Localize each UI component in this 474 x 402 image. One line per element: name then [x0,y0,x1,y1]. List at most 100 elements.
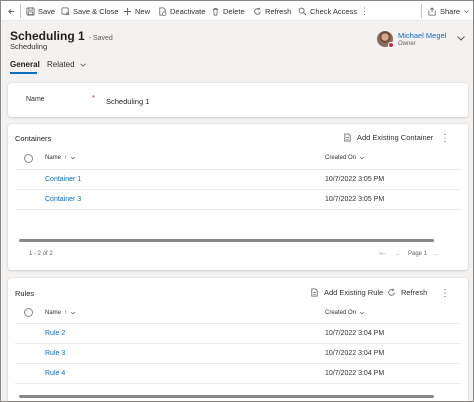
add-existing-container-label: Add Existing Container [357,133,434,142]
required-indicator: * [92,95,95,102]
deactivate-icon [159,6,167,16]
toolbar-divider [421,4,422,18]
delete-button[interactable]: Delete [211,1,245,21]
deactivate-button[interactable]: Deactivate [158,1,205,21]
rule-row-link[interactable]: Rule 2 [45,330,65,337]
delete-icon [212,7,219,16]
owner-name[interactable]: Michael Megel [398,31,446,40]
page-number: Page 1 [408,251,428,257]
containers-title: Containers [15,134,52,143]
chevron-down-icon [464,9,469,13]
sort-arrow-icon: ↑ [64,310,68,316]
general-section [8,83,468,117]
save-label: Save [38,6,56,16]
refresh-rules-button[interactable]: Refresh [387,288,427,297]
previous-page-icon[interactable]: ← [394,249,402,258]
back-button[interactable] [7,1,16,21]
toolbar-divider [20,4,21,18]
chevron-down-icon [359,311,365,315]
add-existing-rule-button[interactable]: Add Existing Rule [310,288,383,297]
container-row-link[interactable]: Container 1 [45,176,81,183]
delete-label: Delete [223,6,245,16]
refresh-rules-label: Refresh [401,288,428,297]
app-frame: Save Save & Close New Deactivate Delete … [0,0,474,402]
rule-row-link[interactable]: Rule 4 [45,370,65,377]
add-existing-rule-label: Add Existing Rule [324,288,384,297]
horizontal-scrollbar[interactable] [19,395,434,398]
rule-row-created: 10/7/2022 3:04 PM [325,330,385,337]
entity-name: Scheduling [10,42,48,51]
chevron-down-icon[interactable] [455,32,467,44]
horizontal-scrollbar[interactable] [19,239,434,242]
divider [15,169,461,170]
column-name-label: Name [45,155,62,161]
deactivate-label: Deactivate [170,6,206,16]
save-close-label: Save & Close [73,6,119,16]
container-row-link[interactable]: Container 3 [45,196,81,203]
rules-title: Rules [15,289,35,298]
more-icon[interactable]: ⋮ [440,289,450,299]
save-close-button[interactable]: Save & Close [61,1,118,21]
refresh-icon [388,288,395,296]
name-field[interactable]: Scheduling 1 [106,97,149,106]
active-tab-indicator [10,72,37,74]
column-header-name[interactable]: Name ↑ [45,310,76,316]
sort-arrow-icon: ↑ [64,155,68,161]
check-access-button[interactable]: Check Access [298,1,357,21]
more-commands-button[interactable]: ⋮ [360,1,369,21]
check-access-label: Check Access [310,6,358,16]
check-access-icon [298,7,307,15]
new-label: New [135,6,151,16]
presence-indicator [388,42,394,48]
chevron-down-icon [70,311,76,315]
save-icon [26,6,35,16]
save-close-icon [61,6,70,15]
plus-icon [123,7,132,15]
save-status: - Saved [88,35,113,42]
add-existing-container-button[interactable]: Add Existing Container [343,133,433,142]
select-all-checkbox[interactable] [24,308,33,317]
tab-general[interactable]: General [10,60,40,69]
add-existing-icon [311,288,318,297]
column-name-label: Name [45,310,62,316]
container-row-created: 10/7/2022 3:05 PM [325,196,385,203]
chevron-down-icon [79,63,86,67]
more-icon: ⋮ [360,5,369,16]
column-created-label: Created On [325,155,357,161]
container-row-created: 10/7/2022 3:05 PM [325,176,385,183]
divider [15,383,461,384]
refresh-button[interactable]: Refresh [253,1,291,21]
first-page-icon[interactable]: ⇤ [379,249,386,258]
divider [15,343,461,344]
back-arrow-icon [8,8,15,14]
more-icon[interactable]: ⋮ [440,134,450,144]
rule-row-created: 10/7/2022 3:04 PM [325,370,385,377]
column-header-created-on[interactable]: Created On [325,310,365,316]
column-header-name[interactable]: Name ↑ [45,155,76,161]
select-all-checkbox[interactable] [24,154,33,163]
column-created-label: Created On [325,310,357,316]
share-button[interactable]: Share [428,1,470,21]
divider [15,189,461,190]
record-title: Scheduling 1 - Saved [10,29,113,43]
refresh-label: Refresh [265,6,292,16]
rule-row-link[interactable]: Rule 3 [45,350,65,357]
record-count: 1 - 2 of 2 [29,251,53,257]
owner-role: Owner [398,41,416,47]
add-existing-icon [344,133,351,142]
new-button[interactable]: New [123,1,150,21]
tab-related[interactable]: Related [47,60,87,69]
save-button[interactable]: Save [26,1,55,21]
chevron-down-icon [70,156,76,160]
divider [15,323,461,324]
tab-related-label: Related [47,60,75,69]
next-page-icon[interactable]: → [431,249,439,258]
chevron-down-icon [359,156,365,160]
column-header-created-on[interactable]: Created On [325,155,365,161]
page-title: Scheduling 1 [10,29,85,43]
divider [15,363,461,364]
command-bar: Save Save & Close New Deactivate Delete … [1,1,473,21]
divider [15,209,461,210]
refresh-icon [254,7,261,15]
name-field-label: Name [26,96,45,103]
